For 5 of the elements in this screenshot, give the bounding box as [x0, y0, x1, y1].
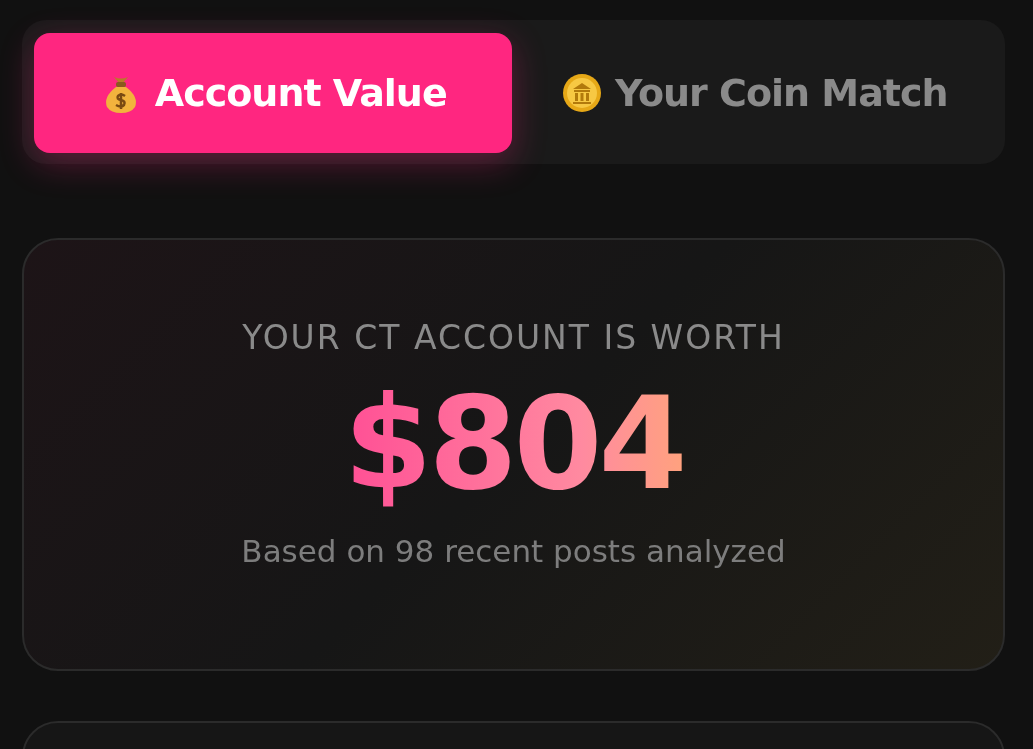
tab[interactable]: Account Value: [34, 33, 512, 153]
caption: Based on 98 recent posts analyzed: [241, 533, 786, 569]
tab[interactable]: Your Coin Match: [515, 33, 993, 153]
coin-icon: [560, 72, 603, 114]
card-heading: YOUR CT ACCOUNT IS WORTH: [242, 318, 785, 357]
